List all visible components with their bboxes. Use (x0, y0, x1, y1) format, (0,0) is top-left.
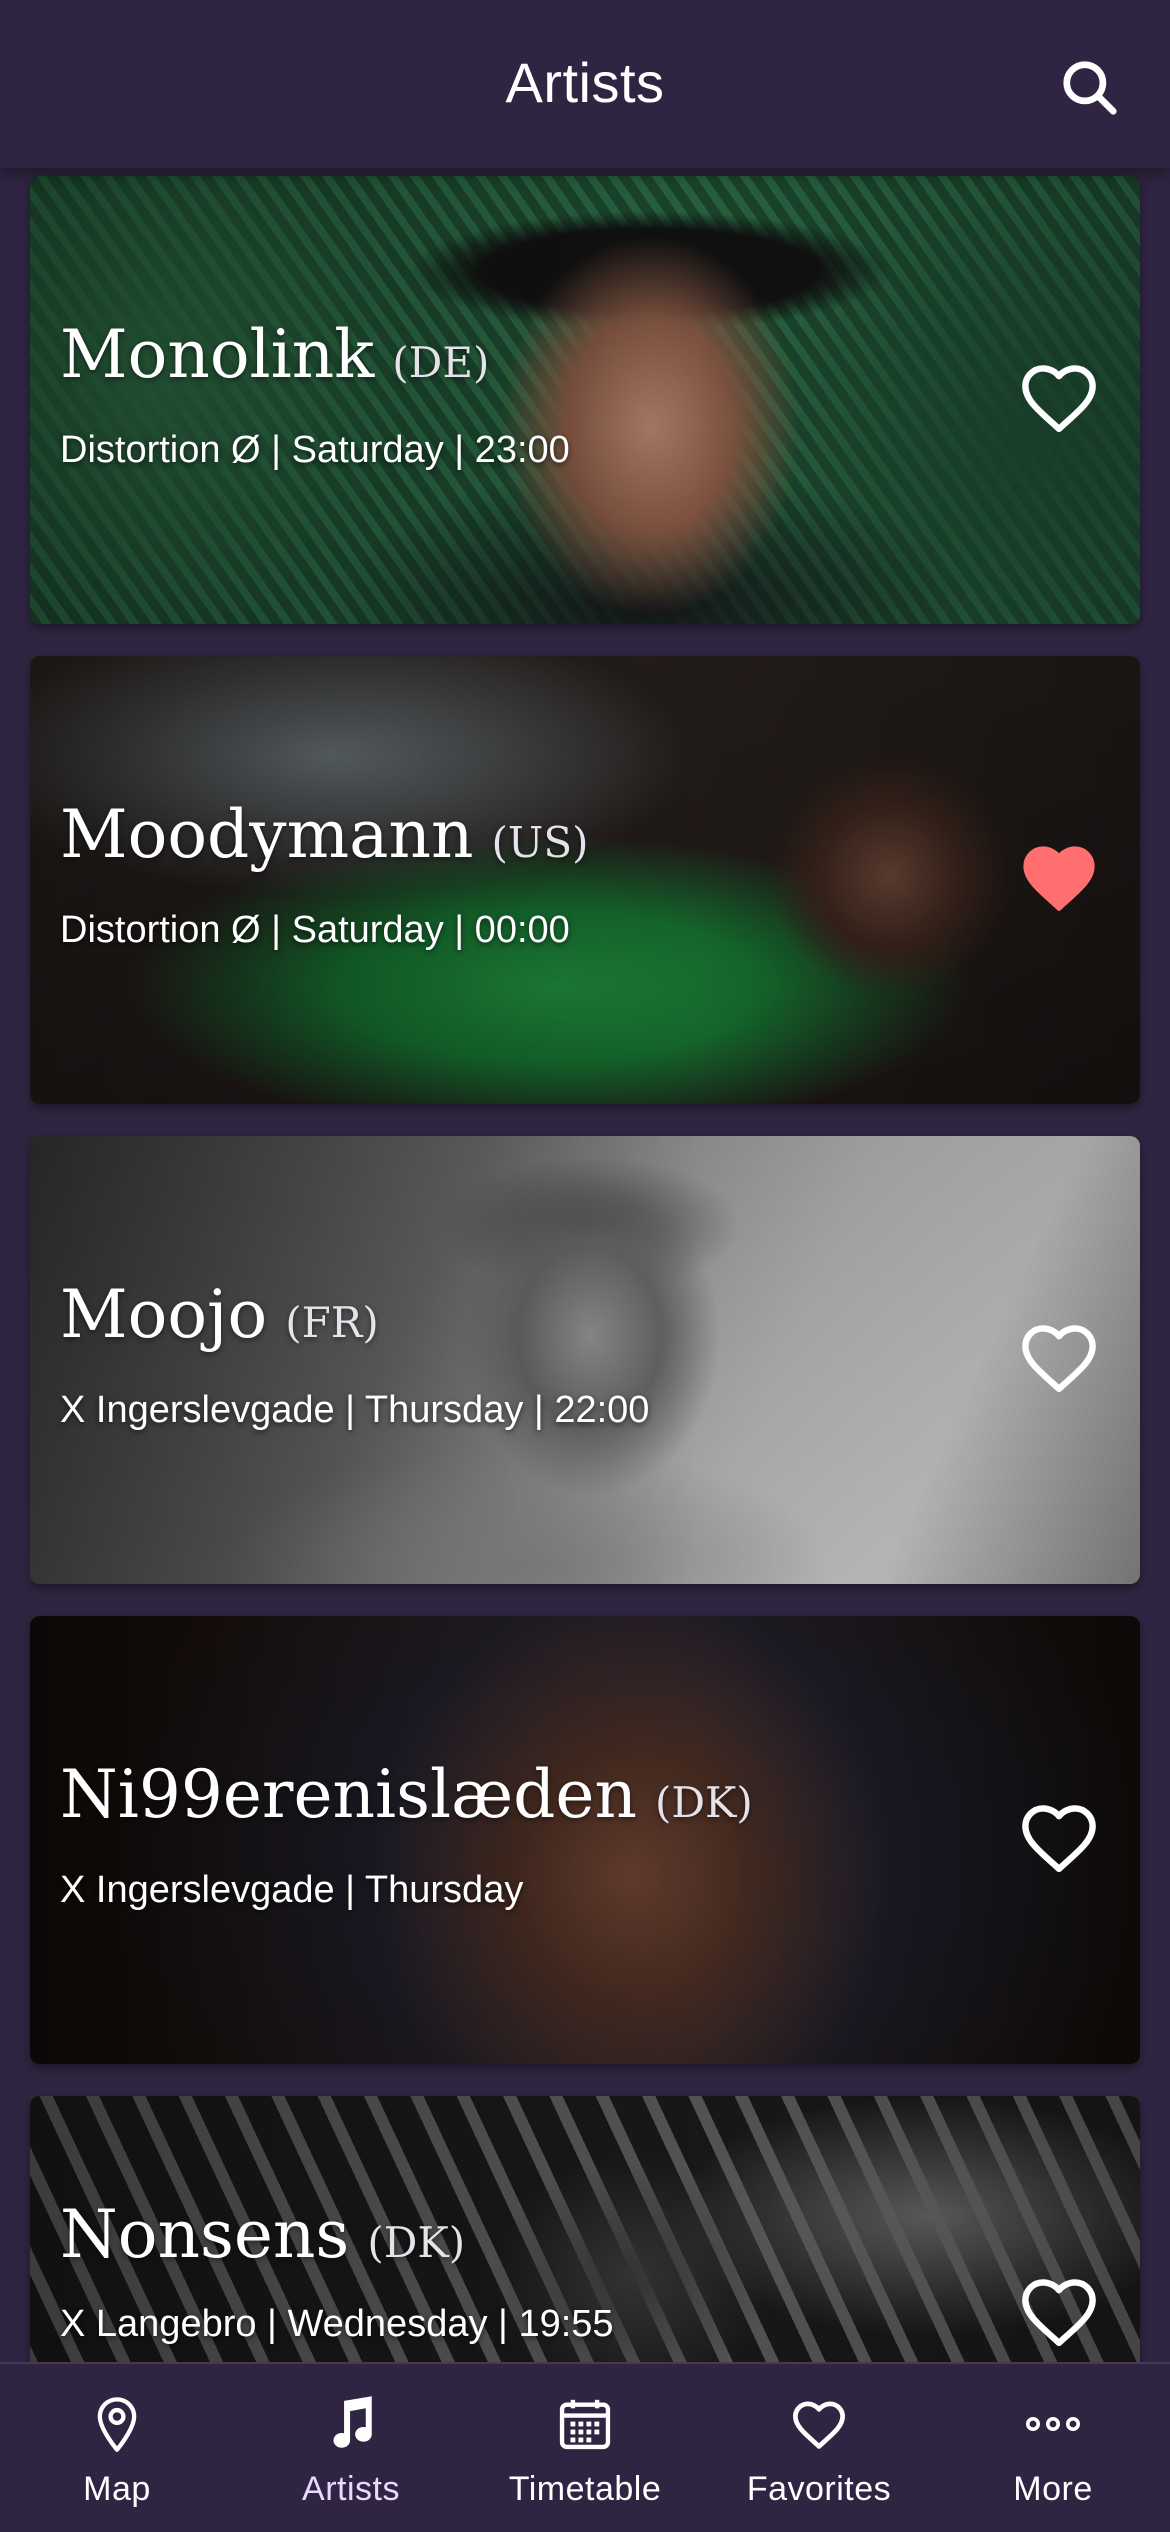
artist-country: (US) (491, 818, 589, 867)
heart-filled-icon (1023, 846, 1095, 911)
map-pin-icon (97, 2397, 137, 2452)
tab-timetable[interactable]: Timetable (468, 2392, 702, 2509)
tab-label: Map (83, 2470, 151, 2508)
app-screen: Artists Monolink (DE) Distortion Ø | Sat… (0, 0, 1170, 2532)
tab-label: Favorites (746, 2470, 892, 2508)
artist-name: Nonsens (60, 2196, 350, 2273)
artist-schedule: X Langebro | Wednesday | 19:55 (60, 2303, 614, 2345)
tab-favorites[interactable]: Favorites (702, 2392, 936, 2509)
tab-map[interactable]: Map (0, 2392, 234, 2509)
artist-name: Monolink (60, 316, 375, 393)
tab-more[interactable]: More (936, 2392, 1170, 2509)
favorite-button[interactable] (1014, 1312, 1104, 1402)
artist-schedule: Distortion Ø | Saturday | 23:00 (60, 429, 570, 471)
artist-country: (DK) (367, 2218, 466, 2267)
calendar-icon (559, 2399, 611, 2450)
artist-list: Monolink (DE) Distortion Ø | Saturday | … (30, 176, 1140, 2532)
artist-card-ni99erenislaeden[interactable]: Ni99erenislæden (DK) X Ingerslevgade | T… (30, 1616, 1140, 2064)
artist-schedule: Distortion Ø | Saturday | 00:00 (60, 909, 570, 951)
tab-artists[interactable]: Artists (234, 2392, 468, 2509)
heart-outline-icon (1022, 1325, 1096, 1393)
top-bar: Artists (0, 0, 1170, 168)
artist-card-moodymann[interactable]: Moodymann (US) Distortion Ø | Saturday |… (30, 656, 1140, 1104)
artist-schedule: X Ingerslevgade | Thursday | 22:00 (60, 1389, 650, 1431)
artist-card-monolink[interactable]: Monolink (DE) Distortion Ø | Saturday | … (30, 176, 1140, 624)
tab-label: Timetable (508, 2470, 662, 2508)
more-dots-icon (1026, 2417, 1080, 2431)
artist-name: Moojo (60, 1276, 268, 1353)
artist-country: (FR) (285, 1298, 379, 1347)
tab-label: Artists (302, 2470, 400, 2508)
favorite-button[interactable] (1014, 352, 1104, 442)
tab-label: More (1013, 2470, 1093, 2508)
search-button[interactable] (1050, 48, 1130, 128)
favorite-button[interactable] (1014, 2266, 1104, 2356)
artist-country: (DK) (654, 1778, 753, 1827)
heart-icon (793, 2401, 845, 2449)
search-icon (1063, 61, 1117, 115)
bottom-tab-bar: Map Artists Timetable Favorites More (0, 2362, 1170, 2532)
heart-outline-icon (1022, 365, 1096, 433)
heart-outline-icon (1022, 2279, 1096, 2347)
artist-schedule: X Ingerslevgade | Thursday (60, 1869, 524, 1911)
heart-outline-icon (1022, 1805, 1096, 1873)
music-note-icon (333, 2396, 372, 2448)
artist-country: (DE) (392, 338, 490, 387)
artist-card-moojo[interactable]: Moojo (FR) X Ingerslevgade | Thursday | … (30, 1136, 1140, 1584)
artist-name: Moodymann (60, 796, 474, 873)
favorite-button[interactable] (1014, 1792, 1104, 1882)
favorite-button[interactable] (1014, 832, 1104, 922)
page-title: Artists (505, 51, 665, 114)
artist-name: Ni99erenislæden (60, 1756, 637, 1833)
